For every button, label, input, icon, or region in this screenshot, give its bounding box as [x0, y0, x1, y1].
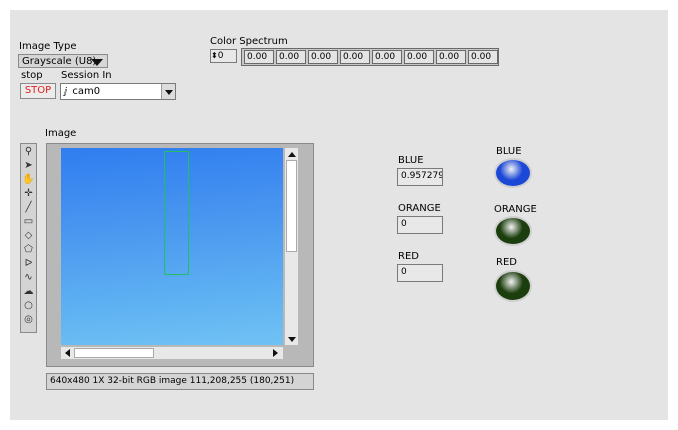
- image-type-dropdown[interactable]: Grayscale (U8): [18, 54, 108, 68]
- crosshair-icon[interactable]: ✛: [22, 188, 35, 200]
- spectrum-array: 0.00 0.00 0.00 0.00 0.00 0.00 0.00 0.00: [241, 48, 499, 66]
- orange-indicator: 0: [397, 216, 443, 234]
- chevron-down-icon: [91, 59, 103, 66]
- image-type-label: Image Type: [19, 41, 77, 52]
- blue-indicator: 0.957279: [397, 168, 443, 186]
- freehand-icon[interactable]: ∿: [22, 272, 35, 284]
- horizontal-scrollbar[interactable]: [61, 347, 283, 359]
- spectrum-cell: 0.00: [468, 50, 498, 64]
- array-index-control[interactable]: ⬍0: [210, 49, 237, 63]
- red-led: [494, 270, 532, 302]
- polygon-icon[interactable]: ⬠: [22, 244, 35, 256]
- scroll-right-icon[interactable]: [273, 349, 278, 357]
- stop-label: stop: [21, 70, 43, 81]
- scroll-down-icon[interactable]: [288, 337, 296, 342]
- scroll-left-icon[interactable]: [65, 349, 70, 357]
- red-led-label: RED: [496, 257, 517, 268]
- image-tool-palette: ⚲ ➤ ✋ ✛ ╱ ▭ ◇ ⬠ ᐅ ∿ ☁ ○ ◎: [20, 143, 37, 333]
- scroll-thumb[interactable]: [74, 348, 154, 358]
- blue-led: [494, 158, 532, 188]
- spectrum-cell: 0.00: [276, 50, 306, 64]
- blue-led-label: BLUE: [496, 146, 522, 157]
- orange-indicator-label: ORANGE: [398, 203, 441, 214]
- line-icon[interactable]: ╱: [22, 202, 35, 214]
- blue-indicator-label: BLUE: [398, 155, 424, 166]
- image-type-value: Grayscale (U8): [22, 56, 97, 67]
- spectrum-cell: 0.00: [372, 50, 402, 64]
- roi-rectangle[interactable]: [164, 151, 189, 275]
- session-in-label: Session In: [61, 70, 112, 81]
- annulus-icon[interactable]: ◎: [22, 314, 35, 326]
- spectrum-cell: 0.00: [244, 50, 274, 64]
- session-in-value: cam0: [72, 86, 101, 97]
- chevron-down-icon[interactable]: [161, 84, 175, 99]
- vertical-scrollbar[interactable]: [285, 148, 298, 345]
- zoom-icon[interactable]: ⚲: [22, 146, 35, 158]
- rotated-rectangle-icon[interactable]: ◇: [22, 230, 35, 242]
- color-spectrum-label: Color Spectrum: [210, 36, 288, 47]
- spectrum-cell: 0.00: [340, 50, 370, 64]
- spectrum-cell: 0.00: [404, 50, 434, 64]
- orange-led-label: ORANGE: [494, 204, 537, 215]
- spectrum-cell: 0.00: [308, 50, 338, 64]
- red-indicator-label: RED: [398, 251, 419, 262]
- pan-icon[interactable]: ✋: [22, 174, 35, 186]
- rectangle-icon[interactable]: ▭: [22, 216, 35, 228]
- scroll-up-icon[interactable]: [288, 152, 296, 157]
- scroll-thumb[interactable]: [286, 160, 297, 252]
- ellipse-icon[interactable]: ○: [22, 300, 35, 312]
- camera-io-icon: ⅉ: [64, 87, 68, 97]
- orange-led: [494, 216, 532, 246]
- red-indicator: 0: [397, 264, 443, 282]
- array-index-value: 0: [217, 51, 224, 61]
- pointer-icon[interactable]: ➤: [22, 160, 35, 172]
- image-label: Image: [45, 128, 77, 139]
- spectrum-cell: 0.00: [436, 50, 466, 64]
- broken-line-icon[interactable]: ᐅ: [22, 258, 35, 270]
- freehand-region-icon[interactable]: ☁: [22, 286, 35, 298]
- session-in-control[interactable]: ⅉ cam0: [60, 83, 176, 100]
- increment-decrement-icon[interactable]: ⬍: [211, 51, 218, 60]
- image-status-bar: 640x480 1X 32-bit RGB image 111,208,255 …: [46, 373, 314, 390]
- stop-button[interactable]: STOP: [20, 83, 56, 99]
